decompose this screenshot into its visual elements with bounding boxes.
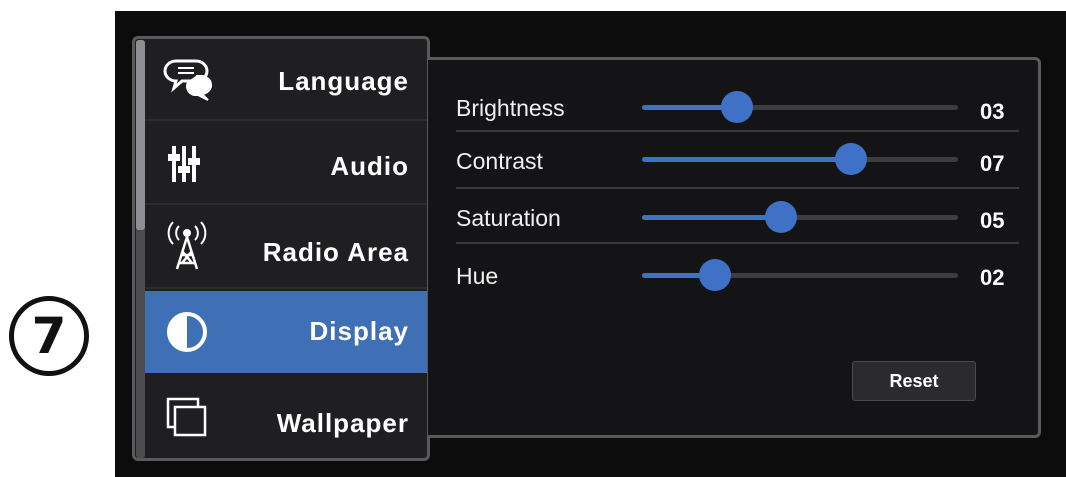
step-number-badge: 7: [9, 296, 89, 376]
row-divider: [456, 242, 1019, 244]
saturation-value: 05: [980, 208, 1005, 233]
hue-value: 02: [980, 265, 1005, 290]
step-number: 7: [31, 307, 67, 365]
saturation-slider[interactable]: [642, 201, 958, 233]
sidebar-item-label: Language: [278, 66, 409, 96]
sidebar-item-display[interactable]: Display: [138, 291, 427, 373]
reset-button[interactable]: Reset: [852, 361, 976, 401]
hue-row: Hue 02: [456, 245, 1022, 301]
hue-label: Hue: [456, 263, 499, 289]
brightness-row: Brightness 03: [456, 78, 1022, 134]
saturation-slider-knob[interactable]: [765, 201, 798, 233]
contrast-row: Contrast 07: [456, 132, 1022, 189]
brightness-label: Brightness: [456, 95, 565, 121]
settings-sidebar: Language Audio Radio Area Display Wallpa…: [132, 36, 430, 461]
sidebar-item-label: Radio Area: [262, 237, 409, 267]
saturation-row: Saturation 05: [456, 189, 1022, 245]
contrast-value: 07: [980, 151, 1005, 176]
sidebar-scrollbar[interactable]: [136, 40, 145, 458]
brightness-value: 03: [980, 99, 1005, 124]
contrast-label: Contrast: [456, 148, 543, 174]
contrast-slider[interactable]: [642, 143, 958, 175]
contrast-slider-knob[interactable]: [834, 143, 867, 175]
hue-slider[interactable]: [642, 259, 958, 291]
sidebar-item-wallpaper[interactable]: Wallpaper: [138, 375, 427, 457]
sidebar-item-label: Display: [309, 316, 409, 346]
radio-tower-icon: [162, 221, 212, 271]
scrollbar-thumb[interactable]: [136, 40, 145, 230]
sidebar-item-audio[interactable]: Audio: [138, 123, 427, 205]
brightness-slider[interactable]: [642, 91, 958, 123]
saturation-slider-fill: [642, 215, 782, 220]
saturation-label: Saturation: [456, 205, 561, 231]
equalizer-icon: [162, 139, 212, 189]
sidebar-item-label: Wallpaper: [276, 408, 409, 438]
wallpaper-icon: [162, 393, 212, 443]
chat-bubbles-icon: [162, 55, 212, 105]
contrast-slider-fill: [642, 157, 851, 162]
hue-slider-knob[interactable]: [698, 259, 731, 291]
brightness-slider-knob[interactable]: [720, 91, 753, 123]
sidebar-item-label: Audio: [330, 151, 409, 181]
sidebar-item-language[interactable]: Language: [138, 39, 427, 121]
sidebar-item-radio-area[interactable]: Radio Area: [138, 207, 427, 289]
contrast-icon: [162, 307, 212, 357]
